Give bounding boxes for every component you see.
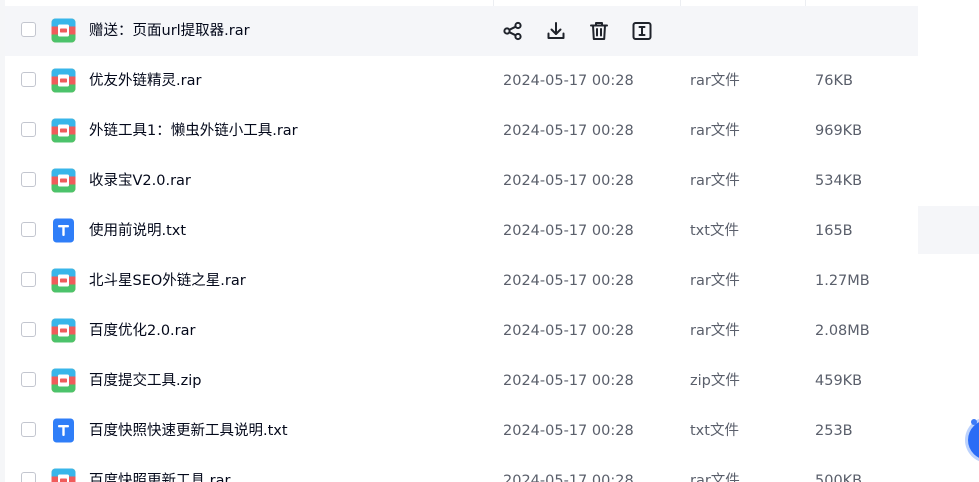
file-type: txt文件 bbox=[690, 423, 739, 439]
side-panel-edge bbox=[918, 206, 979, 254]
file-name[interactable]: 优友外链精灵.rar bbox=[89, 56, 201, 106]
file-type: rar文件 bbox=[690, 273, 740, 289]
row-checkbox[interactable] bbox=[21, 372, 36, 387]
file-size: 2.08MB bbox=[815, 323, 870, 339]
file-type: rar文件 bbox=[690, 123, 740, 139]
row-checkbox[interactable] bbox=[21, 122, 36, 137]
modified-time: 2024-05-17 00:28 bbox=[503, 423, 634, 439]
txt-file-icon bbox=[51, 218, 76, 243]
rar-archive-icon bbox=[51, 268, 76, 293]
delete-icon[interactable] bbox=[587, 19, 611, 43]
file-size: 76KB bbox=[815, 73, 853, 89]
modified-time: 2024-05-17 00:28 bbox=[503, 223, 634, 239]
file-name[interactable]: 外链工具1：懒虫外链小工具.rar bbox=[89, 106, 298, 156]
modified-time: 2024-05-17 00:28 bbox=[503, 273, 634, 289]
row-checkbox[interactable] bbox=[21, 272, 36, 287]
row-checkbox[interactable] bbox=[21, 222, 36, 237]
file-size: 969KB bbox=[815, 123, 863, 139]
file-name[interactable]: 赠送：页面url提取器.rar bbox=[89, 6, 250, 56]
file-name[interactable]: 百度提交工具.zip bbox=[89, 356, 201, 406]
file-row[interactable]: 百度提交工具.zip 2024-05-17 00:28 zip文件 459KB bbox=[5, 356, 918, 406]
modified-time: 2024-05-17 00:28 bbox=[503, 173, 634, 189]
row-checkbox[interactable] bbox=[21, 322, 36, 337]
share-icon[interactable] bbox=[501, 19, 525, 43]
row-checkbox[interactable] bbox=[21, 172, 36, 187]
file-size: 1.27MB bbox=[815, 273, 870, 289]
rar-archive-icon bbox=[51, 18, 76, 43]
modified-time: 2024-05-17 00:28 bbox=[503, 473, 634, 482]
file-name[interactable]: 百度快照快速更新工具说明.txt bbox=[89, 406, 288, 456]
file-row[interactable]: 优友外链精灵.rar 2024-05-17 00:28 rar文件 76KB bbox=[5, 56, 918, 106]
file-manager-page: 赠送：页面url提取器.rar 优友外链精灵.rar 2024-05-17 00:… bbox=[0, 0, 979, 482]
file-row[interactable]: 收录宝V2.0.rar 2024-05-17 00:28 rar文件 534KB bbox=[5, 156, 918, 206]
modified-time: 2024-05-17 00:28 bbox=[503, 73, 634, 89]
file-type: rar文件 bbox=[690, 473, 740, 482]
file-row[interactable]: 百度快照快速更新工具说明.txt 2024-05-17 00:28 txt文件 253… bbox=[5, 406, 918, 456]
file-type: txt文件 bbox=[690, 223, 739, 239]
rename-icon[interactable] bbox=[630, 19, 654, 43]
modified-time: 2024-05-17 00:28 bbox=[503, 373, 634, 389]
modified-time: 2024-05-17 00:28 bbox=[503, 123, 634, 139]
row-checkbox[interactable] bbox=[21, 72, 36, 87]
file-type: zip文件 bbox=[690, 373, 740, 389]
file-row[interactable]: 赠送：页面url提取器.rar bbox=[5, 6, 918, 56]
file-name[interactable]: 北斗星SEO外链之星.rar bbox=[89, 256, 246, 306]
file-row[interactable]: 百度快照更新工具.rar 2024-05-17 00:28 rar文件 500KB bbox=[5, 456, 918, 482]
txt-file-icon bbox=[51, 418, 76, 443]
rar-archive-icon bbox=[51, 68, 76, 93]
row-checkbox[interactable] bbox=[21, 472, 36, 482]
file-size: 253B bbox=[815, 423, 853, 439]
row-checkbox[interactable] bbox=[21, 22, 36, 37]
rar-archive-icon bbox=[51, 468, 76, 482]
notification-dot bbox=[971, 419, 977, 425]
file-type: rar文件 bbox=[690, 173, 740, 189]
file-row[interactable]: 百度优化2.0.rar 2024-05-17 00:28 rar文件 2.08MB bbox=[5, 306, 918, 356]
rar-archive-icon bbox=[51, 368, 76, 393]
download-icon[interactable] bbox=[544, 19, 568, 43]
file-name[interactable]: 百度快照更新工具.rar bbox=[89, 456, 230, 482]
rar-archive-icon bbox=[51, 168, 76, 193]
floating-action-button[interactable] bbox=[968, 420, 979, 460]
modified-time: 2024-05-17 00:28 bbox=[503, 323, 634, 339]
file-size: 165B bbox=[815, 223, 853, 239]
file-row[interactable]: 北斗星SEO外链之星.rar 2024-05-17 00:28 rar文件 1.27M… bbox=[5, 256, 918, 306]
file-name[interactable]: 收录宝V2.0.rar bbox=[89, 156, 191, 206]
file-size: 534KB bbox=[815, 173, 863, 189]
file-size: 459KB bbox=[815, 373, 863, 389]
rar-archive-icon bbox=[51, 318, 76, 343]
file-type: rar文件 bbox=[690, 323, 740, 339]
file-row[interactable]: 使用前说明.txt 2024-05-17 00:28 txt文件 165B bbox=[5, 206, 918, 256]
rar-archive-icon bbox=[51, 118, 76, 143]
file-size: 500KB bbox=[815, 473, 863, 482]
row-checkbox[interactable] bbox=[21, 422, 36, 437]
file-name[interactable]: 使用前说明.txt bbox=[89, 206, 186, 256]
file-type: rar文件 bbox=[690, 73, 740, 89]
file-name[interactable]: 百度优化2.0.rar bbox=[89, 306, 195, 356]
file-row[interactable]: 外链工具1：懒虫外链小工具.rar 2024-05-17 00:28 rar文件 96… bbox=[5, 106, 918, 156]
file-list: 赠送：页面url提取器.rar 优友外链精灵.rar 2024-05-17 00:… bbox=[5, 6, 918, 482]
